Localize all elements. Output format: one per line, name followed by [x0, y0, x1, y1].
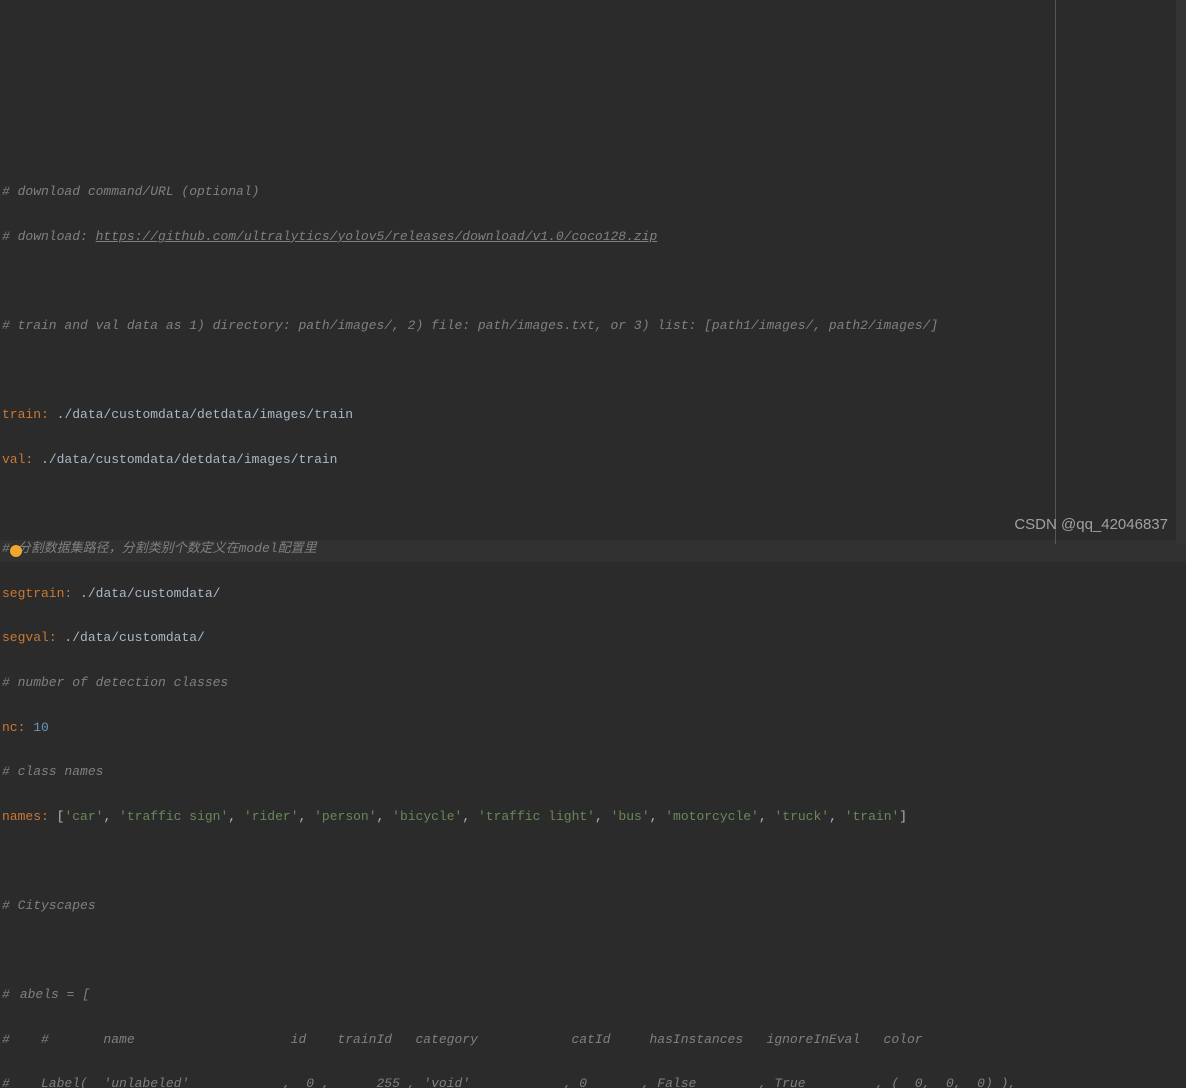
comment-line: # Cityscapes [2, 898, 96, 913]
comment-line: # Label( 'unlabeled' , 0 , 255 , 'void' … [2, 1076, 1016, 1088]
comment-line: # train and val data as 1) directory: pa… [2, 318, 938, 333]
bracket-open: [ [49, 809, 65, 824]
yaml-value: ./data/customdata/detdata/images/train [49, 407, 353, 422]
comment-line: # download command/URL (optional) [2, 184, 259, 199]
list-item: 'rider' [244, 809, 299, 824]
comment-line: # # name id trainId category catId hasIn… [2, 1032, 923, 1047]
colon: : [18, 720, 26, 735]
list-item: 'motorcycle' [665, 809, 759, 824]
colon: : [41, 809, 49, 824]
bracket-close: ] [899, 809, 907, 824]
watermark-text: CSDN @qq_42046837 [1014, 514, 1168, 536]
colon: : [49, 630, 57, 645]
yaml-value: ./data/customdata/ [72, 586, 220, 601]
list-item: 'train' [845, 809, 900, 824]
list-item: 'traffic sign' [119, 809, 228, 824]
list-item: 'truck' [774, 809, 829, 824]
yaml-key-segtrain: segtrain [2, 586, 64, 601]
colon: : [41, 407, 49, 422]
colon: : [64, 586, 72, 601]
comment-line: # download: [2, 229, 96, 244]
yaml-key-val: val [2, 452, 25, 467]
comment-line: # 分割数据集路径，分割类别个数定义在model配置里 [2, 541, 317, 556]
yaml-key-names: names [2, 809, 41, 824]
download-url-link[interactable]: https://github.com/ultralytics/yolov5/re… [96, 229, 658, 244]
yaml-value-number: 10 [33, 720, 49, 735]
list-item: 'bus' [611, 809, 650, 824]
yaml-value: ./data/customdata/detdata/images/train [33, 452, 337, 467]
list-item: 'car' [64, 809, 103, 824]
list-item: 'person' [314, 809, 376, 824]
yaml-key-nc: nc [2, 720, 18, 735]
code-editor[interactable]: # download command/URL (optional) # down… [0, 156, 1186, 1088]
list-item: 'traffic light' [478, 809, 595, 824]
yaml-value: ./data/customdata/ [57, 630, 205, 645]
comment-line: # class names [2, 764, 103, 779]
yaml-key-segval: segval [2, 630, 49, 645]
list-item: 'bicycle' [392, 809, 462, 824]
comment-line: #abels = [ [2, 987, 90, 1002]
intention-bulb-icon[interactable] [10, 545, 22, 557]
yaml-key-train: train [2, 407, 41, 422]
comment-line: # number of detection classes [2, 675, 228, 690]
